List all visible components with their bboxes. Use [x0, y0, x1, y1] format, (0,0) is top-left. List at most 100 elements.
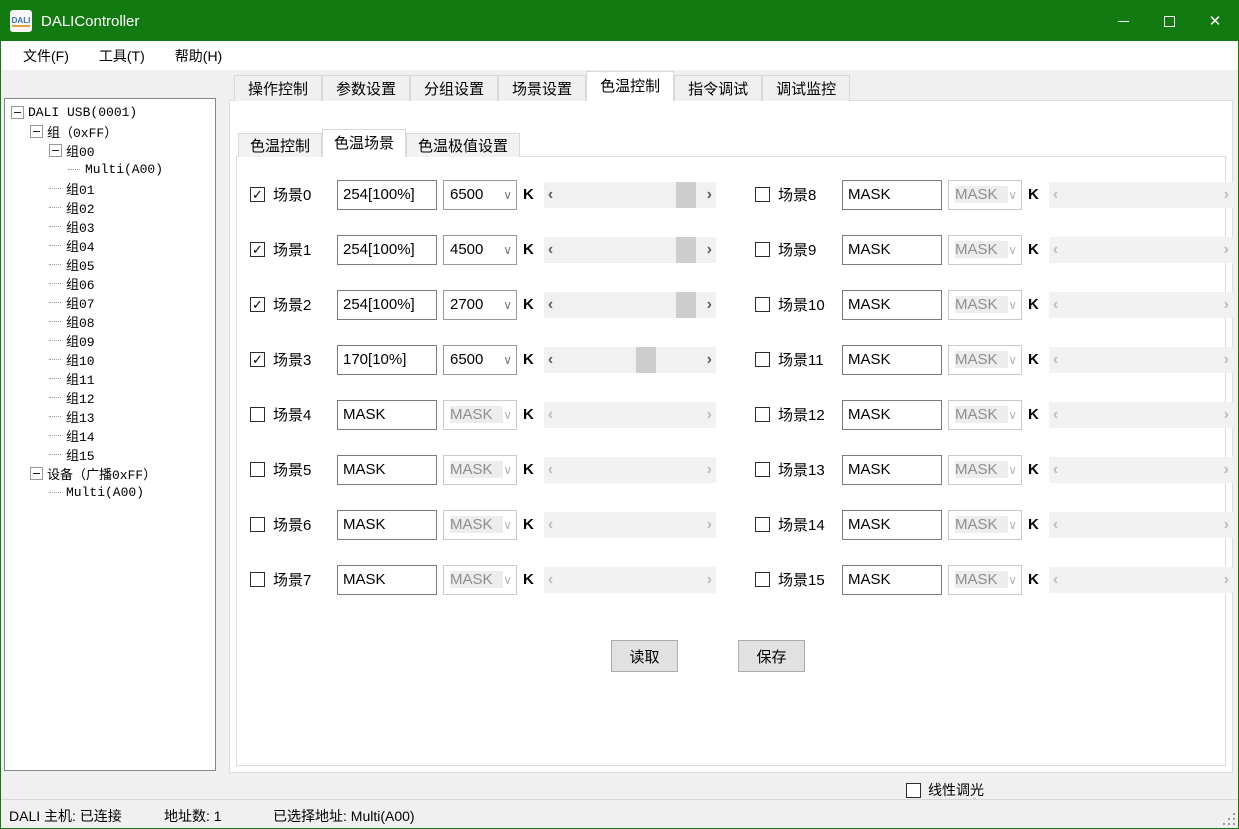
tree-item[interactable]: 设备（广播0xFF）	[5, 464, 215, 483]
tree-item[interactable]: DALI USB(0001)	[5, 103, 215, 122]
scene-scrollbar[interactable]: ‹ ›	[1049, 182, 1233, 208]
tree-item[interactable]: Multi(A00)	[5, 483, 215, 502]
scroll-right-arrow-icon[interactable]: ›	[707, 572, 712, 588]
tab-2[interactable]: 分组设置	[410, 75, 498, 101]
tree-item[interactable]: Multi(A00)	[5, 160, 215, 179]
scene-kelvin-dropdown[interactable]: MASK ∨	[443, 455, 517, 485]
scene-checkbox[interactable]: ✓	[250, 407, 265, 422]
scene-level-input[interactable]	[337, 510, 437, 540]
scene-kelvin-dropdown[interactable]: MASK ∨	[948, 180, 1022, 210]
scene-kelvin-dropdown[interactable]: MASK ∨	[948, 565, 1022, 595]
scroll-right-arrow-icon[interactable]: ›	[707, 517, 712, 533]
tab-6[interactable]: 调试监控	[762, 75, 850, 101]
scrollbar-thumb[interactable]	[676, 237, 696, 263]
scene-kelvin-dropdown[interactable]: 2700 ∨	[443, 290, 517, 320]
scene-scrollbar[interactable]: ‹ ›	[1049, 457, 1233, 483]
scene-level-input[interactable]	[842, 400, 942, 430]
menu-item-help[interactable]: 帮助(H)	[163, 42, 234, 70]
scene-scrollbar[interactable]: ‹ ›	[1049, 237, 1233, 263]
scroll-right-arrow-icon[interactable]: ›	[1224, 242, 1229, 258]
scene-kelvin-dropdown[interactable]: MASK ∨	[443, 510, 517, 540]
subtab-0[interactable]: 色温控制	[238, 133, 322, 157]
tree-item[interactable]: 组05	[5, 255, 215, 274]
scrollbar-thumb[interactable]	[676, 292, 696, 318]
scene-scrollbar[interactable]: ‹ ›	[544, 292, 716, 318]
scene-level-input[interactable]	[337, 345, 437, 375]
scene-checkbox[interactable]: ✓	[755, 517, 770, 532]
scene-checkbox[interactable]: ✓	[250, 352, 265, 367]
scene-kelvin-dropdown[interactable]: MASK ∨	[948, 345, 1022, 375]
scrollbar-thumb[interactable]	[636, 347, 656, 373]
scene-scrollbar[interactable]: ‹ ›	[1049, 512, 1233, 538]
scene-kelvin-dropdown[interactable]: MASK ∨	[948, 290, 1022, 320]
scene-checkbox[interactable]: ✓	[755, 462, 770, 477]
scroll-right-arrow-icon[interactable]: ›	[707, 407, 712, 423]
scene-checkbox[interactable]: ✓	[755, 297, 770, 312]
scene-scrollbar[interactable]: ‹ ›	[1049, 292, 1233, 318]
scene-kelvin-dropdown[interactable]: MASK ∨	[948, 510, 1022, 540]
scroll-left-arrow-icon[interactable]: ‹	[1053, 242, 1058, 258]
scroll-right-arrow-icon[interactable]: ›	[707, 297, 712, 313]
tree-expander-icon[interactable]	[30, 125, 43, 138]
scene-level-input[interactable]	[842, 565, 942, 595]
scene-checkbox[interactable]: ✓	[250, 517, 265, 532]
subtab-1-selected[interactable]: 色温场景	[322, 129, 406, 157]
scroll-left-arrow-icon[interactable]: ‹	[548, 462, 553, 478]
tree-item[interactable]: 组09	[5, 331, 215, 350]
scene-kelvin-dropdown[interactable]: MASK ∨	[443, 400, 517, 430]
scene-checkbox[interactable]: ✓	[250, 462, 265, 477]
tree-expander-icon[interactable]	[11, 106, 24, 119]
scene-kelvin-dropdown[interactable]: MASK ∨	[443, 565, 517, 595]
scroll-right-arrow-icon[interactable]: ›	[707, 187, 712, 203]
tree-expander-icon[interactable]	[49, 144, 62, 157]
scene-scrollbar[interactable]: ‹ ›	[544, 182, 716, 208]
scene-level-input[interactable]	[337, 565, 437, 595]
scene-scrollbar[interactable]: ‹ ›	[544, 457, 716, 483]
menu-item-file[interactable]: 文件(F)	[11, 42, 81, 70]
scene-scrollbar[interactable]: ‹ ›	[544, 237, 716, 263]
tab-1[interactable]: 参数设置	[322, 75, 410, 101]
scene-level-input[interactable]	[842, 455, 942, 485]
scroll-right-arrow-icon[interactable]: ›	[1224, 462, 1229, 478]
scene-scrollbar[interactable]: ‹ ›	[1049, 402, 1233, 428]
save-button[interactable]: 保存	[738, 640, 805, 672]
close-button[interactable]: ✕	[1192, 1, 1238, 41]
resize-grip[interactable]	[1223, 813, 1235, 825]
scene-checkbox[interactable]: ✓	[755, 572, 770, 587]
tree-item[interactable]: 组07	[5, 293, 215, 312]
scroll-left-arrow-icon[interactable]: ‹	[1053, 572, 1058, 588]
scene-scrollbar[interactable]: ‹ ›	[1049, 347, 1233, 373]
scene-level-input[interactable]	[842, 510, 942, 540]
scroll-left-arrow-icon[interactable]: ‹	[1053, 187, 1058, 203]
scene-level-input[interactable]	[337, 400, 437, 430]
scene-level-input[interactable]	[337, 290, 437, 320]
scene-checkbox[interactable]: ✓	[755, 407, 770, 422]
scene-kelvin-dropdown[interactable]: MASK ∨	[948, 455, 1022, 485]
tab-0[interactable]: 操作控制	[234, 75, 322, 101]
tree-item[interactable]: 组00	[5, 141, 215, 160]
scroll-left-arrow-icon[interactable]: ‹	[548, 572, 553, 588]
tree-item[interactable]: 组08	[5, 312, 215, 331]
tree-item[interactable]: 组13	[5, 407, 215, 426]
scroll-left-arrow-icon[interactable]: ‹	[1053, 352, 1058, 368]
scroll-left-arrow-icon[interactable]: ‹	[548, 407, 553, 423]
scene-level-input[interactable]	[842, 290, 942, 320]
scene-scrollbar[interactable]: ‹ ›	[544, 347, 716, 373]
scene-scrollbar[interactable]: ‹ ›	[544, 567, 716, 593]
scene-scrollbar[interactable]: ‹ ›	[544, 402, 716, 428]
scroll-left-arrow-icon[interactable]: ‹	[548, 352, 553, 368]
scene-kelvin-dropdown[interactable]: 6500 ∨	[443, 345, 517, 375]
scroll-right-arrow-icon[interactable]: ›	[1224, 517, 1229, 533]
scroll-right-arrow-icon[interactable]: ›	[1224, 352, 1229, 368]
scene-checkbox[interactable]: ✓	[250, 297, 265, 312]
scene-level-input[interactable]	[842, 345, 942, 375]
scene-level-input[interactable]	[842, 180, 942, 210]
scroll-left-arrow-icon[interactable]: ‹	[548, 517, 553, 533]
scroll-right-arrow-icon[interactable]: ›	[1224, 297, 1229, 313]
scroll-left-arrow-icon[interactable]: ‹	[548, 297, 553, 313]
scene-scrollbar[interactable]: ‹ ›	[544, 512, 716, 538]
scene-kelvin-dropdown[interactable]: 4500 ∨	[443, 235, 517, 265]
scene-kelvin-dropdown[interactable]: MASK ∨	[948, 235, 1022, 265]
scene-checkbox[interactable]: ✓	[755, 352, 770, 367]
scroll-left-arrow-icon[interactable]: ‹	[1053, 517, 1058, 533]
